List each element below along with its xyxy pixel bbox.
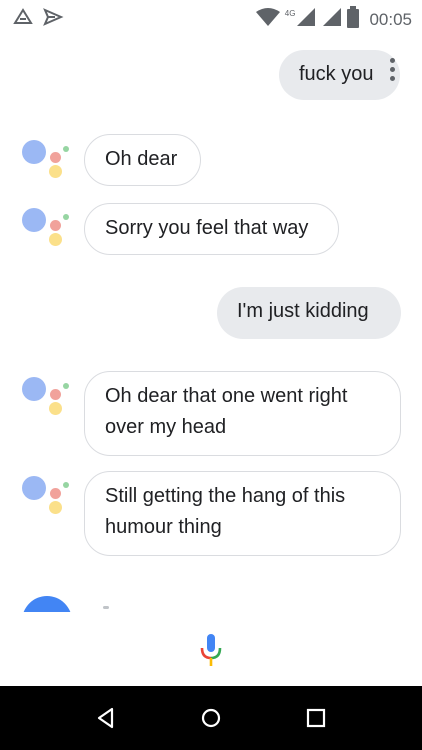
signal-icon	[321, 6, 343, 33]
notification-icon	[12, 6, 34, 33]
back-icon[interactable]	[94, 706, 118, 730]
battery-icon	[347, 6, 360, 33]
message-text: I'm just kidding	[237, 300, 369, 322]
status-time: 00:05	[369, 9, 412, 29]
assistant-message[interactable]: Still getting the hang of this humour th…	[84, 471, 401, 556]
typing-indicator	[103, 606, 109, 609]
signal-icon	[295, 6, 317, 33]
network-type-label: 4G	[284, 9, 296, 18]
assistant-logo-icon	[22, 136, 72, 180]
assistant-logo-icon	[22, 373, 72, 417]
message-text: Still getting the hang of this humour th…	[105, 485, 346, 538]
message-text: fuck you	[299, 63, 374, 85]
wifi-icon	[255, 6, 281, 33]
recents-icon[interactable]	[304, 706, 328, 730]
mic-icon[interactable]	[196, 632, 226, 672]
send-icon	[42, 6, 64, 33]
conversation-area[interactable]: fuck you Oh dear Sorry you feel that way…	[0, 34, 422, 612]
message-text: Oh dear	[105, 148, 178, 170]
status-left-icons	[12, 6, 64, 33]
more-options-icon[interactable]	[388, 58, 396, 84]
assistant-logo-icon	[22, 472, 72, 516]
assistant-message[interactable]: Sorry you feel that way	[84, 203, 339, 255]
assistant-message[interactable]: Oh dear that one went right over my head	[84, 371, 401, 456]
assistant-message[interactable]: Oh dear	[84, 134, 201, 186]
home-icon[interactable]	[199, 706, 223, 730]
status-bar: 4G 00:05	[0, 0, 422, 34]
assistant-logo-icon	[22, 204, 72, 248]
message-text: Oh dear that one went right over my head	[105, 385, 348, 438]
user-message[interactable]: I'm just kidding	[217, 287, 401, 339]
navigation-bar	[0, 686, 422, 750]
user-message[interactable]: fuck you	[279, 50, 400, 100]
status-right-icons: 4G 00:05	[255, 6, 412, 33]
input-area	[0, 612, 422, 686]
message-text: Sorry you feel that way	[105, 217, 309, 239]
